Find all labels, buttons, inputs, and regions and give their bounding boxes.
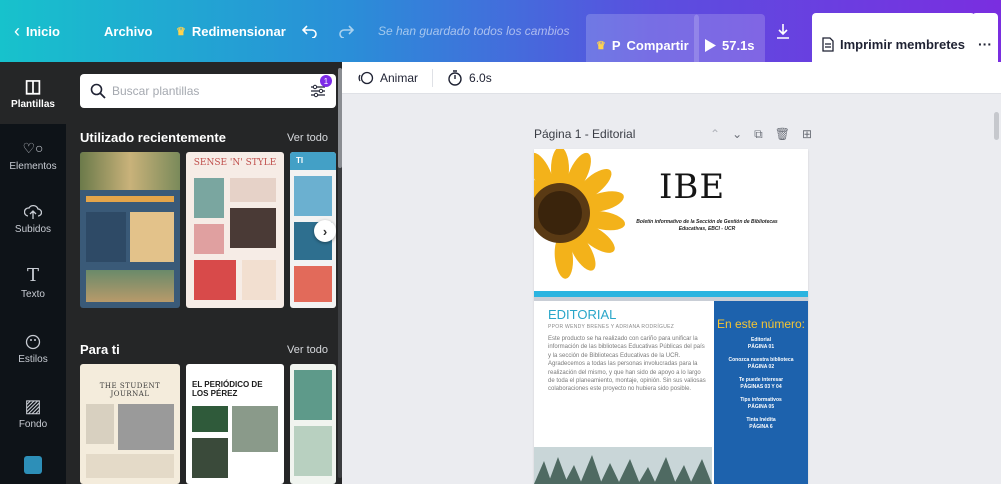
contents-entry: Editorial PÁGINA 01	[747, 337, 775, 350]
rail-item-uploads[interactable]: Subidos	[0, 188, 66, 250]
text-icon: T	[26, 264, 39, 286]
resize-label: Redimensionar	[191, 23, 286, 39]
timing-label: 6.0s	[469, 70, 492, 85]
rail-item-label: Elementos	[9, 160, 57, 172]
rail-item-label: Subidos	[14, 223, 52, 235]
thumbnail-title: EL PERIÓDICO DE LOS PÉREZ	[192, 380, 263, 398]
delete-page-icon[interactable]: 🗑	[775, 127, 790, 142]
top-bar: ‹ Inicio Archivo ♛ Redimensionar Se han …	[0, 0, 1001, 76]
download-icon	[777, 24, 789, 39]
rail-item-templates[interactable]: ◫ Plantillas	[0, 62, 66, 124]
resize-button[interactable]: ♛ Redimensionar	[176, 0, 286, 62]
foryou-section-title: Para ti	[80, 342, 120, 357]
page-label[interactable]: Página 1 - Editorial	[534, 127, 635, 141]
redo-button[interactable]	[338, 0, 354, 62]
chevron-down-icon[interactable]: ⌄	[732, 127, 742, 142]
chevron-up-icon[interactable]: ⌃	[710, 127, 720, 142]
save-status-text: Se han guardado todos los cambios	[378, 24, 570, 38]
template-thumbnail[interactable]	[290, 364, 336, 484]
canvas-scrollbar[interactable]	[994, 112, 999, 140]
crown-icon: ♛	[176, 25, 186, 38]
contents-entry: Tinta Inédita PÁGINA 6	[746, 417, 776, 430]
undo-icon	[302, 25, 317, 38]
templates-icon: ◫	[24, 75, 42, 96]
contents-sidebar[interactable]: En este número: Editorial PÁGINA 01 Cono…	[714, 301, 808, 484]
editor-toolbar: Animar 6.0s	[342, 62, 1001, 94]
filter-count-badge: 1	[320, 75, 332, 87]
more-icon: ···	[978, 36, 992, 52]
toolbar-divider	[432, 68, 434, 87]
timing-button[interactable]: 6.0s	[447, 69, 492, 86]
page-header: Página 1 - Editorial ⌃ ⌄ ⧉ 🗑 ⊞	[534, 124, 812, 144]
rail-item-background[interactable]: ▨ Fondo	[0, 382, 66, 444]
uploads-icon	[24, 204, 42, 219]
undo-button[interactable]	[302, 0, 318, 62]
templates-panel: 1 Utilizado recientemente Ver todo SENSE…	[66, 62, 342, 484]
template-thumbnail[interactable]	[80, 152, 180, 308]
add-page-icon[interactable]: ⊞	[802, 127, 812, 142]
background-icon: ▨	[24, 395, 42, 416]
duration-label: 57.1s	[722, 37, 755, 53]
download-button[interactable]	[776, 0, 790, 62]
save-status: Se han guardado todos los cambios	[378, 0, 569, 62]
chevron-right-icon: ›	[322, 223, 328, 239]
animate-icon	[358, 71, 374, 84]
template-thumbnail[interactable]: EL PERIÓDICO DE LOS PÉREZ	[186, 364, 284, 484]
document-title[interactable]: IBE	[659, 167, 725, 207]
share-avatar: P	[611, 37, 621, 53]
search-icon	[90, 83, 106, 99]
contents-title: En este número:	[716, 317, 806, 331]
thumbnail-title: THE STUDENT JOURNAL	[99, 382, 161, 398]
animate-label: Animar	[380, 70, 419, 85]
template-thumbnail[interactable]: SENSE 'N' STYLE	[186, 152, 284, 308]
foryou-see-all-link[interactable]: Ver todo	[287, 344, 328, 356]
rail-item-label: Fondo	[18, 418, 48, 430]
print-label: Imprimir membretes	[840, 36, 965, 52]
design-page[interactable]: IBE Boletín informativo de la Sección de…	[534, 149, 808, 484]
elements-icon: ♡○	[22, 139, 44, 156]
recent-see-all-link[interactable]: Ver todo	[287, 132, 328, 144]
document-icon	[822, 36, 834, 52]
rail-item-label: Estilos	[18, 353, 48, 365]
play-icon	[705, 38, 716, 52]
redo-icon	[339, 25, 354, 38]
recent-next-button[interactable]: ›	[314, 220, 336, 242]
share-label: Compartir	[626, 37, 689, 53]
file-menu-button[interactable]: Archivo	[104, 0, 152, 62]
sunflower-image	[534, 149, 626, 279]
rail-item-label: Plantillas	[11, 98, 55, 110]
template-thumbnail[interactable]: THE STUDENT JOURNAL	[80, 364, 180, 484]
rail-item-label: Texto	[21, 288, 45, 300]
crown-icon: ♛	[596, 39, 606, 52]
home-button[interactable]: ‹ Inicio	[14, 0, 60, 62]
animate-button[interactable]: Animar	[358, 70, 418, 86]
home-label: Inicio	[26, 23, 60, 39]
contents-entry: Conozca nuestra biblioteca PÁGINA 02	[728, 357, 794, 370]
filter-button[interactable]: 1	[306, 75, 332, 103]
rail-item-styles[interactable]: Estilos	[0, 318, 66, 380]
document-subtitle[interactable]: Boletín informativo de la Sección de Ges…	[632, 219, 782, 233]
editorial-body[interactable]: Este producto se ha realizado con cariño…	[548, 335, 706, 394]
thumbnail-title: TI	[296, 156, 304, 165]
palette-icon	[25, 334, 41, 349]
contents-entry: Tips informativos PÁGINA 05	[740, 397, 782, 410]
rail-item-elements[interactable]: ♡○ Elementos	[0, 124, 66, 186]
rail-item-text[interactable]: T Texto	[0, 252, 66, 314]
editorial-byline[interactable]: PPOR WENDY BRENES Y ADRIANA RODRÍGUEZ	[548, 324, 674, 330]
more-apps-icon[interactable]	[24, 456, 42, 474]
contents-entry: Te puede interesar PÁGINAS 03 Y 04	[738, 377, 784, 390]
file-label: Archivo	[104, 23, 153, 39]
forest-image	[534, 447, 712, 484]
chevron-left-icon: ‹	[14, 20, 20, 41]
recent-section-title: Utilizado recientemente	[80, 130, 226, 145]
side-rail: ◫ Plantillas ♡○ Elementos Subidos T Text…	[0, 62, 66, 484]
template-search: 1	[80, 74, 336, 108]
stopwatch-icon	[448, 69, 462, 86]
duplicate-page-icon[interactable]: ⧉	[754, 127, 763, 142]
thumbnail-title: SENSE 'N' STYLE	[193, 158, 277, 168]
editorial-heading[interactable]: EDITORIAL	[548, 307, 616, 322]
search-input[interactable]	[112, 84, 292, 98]
